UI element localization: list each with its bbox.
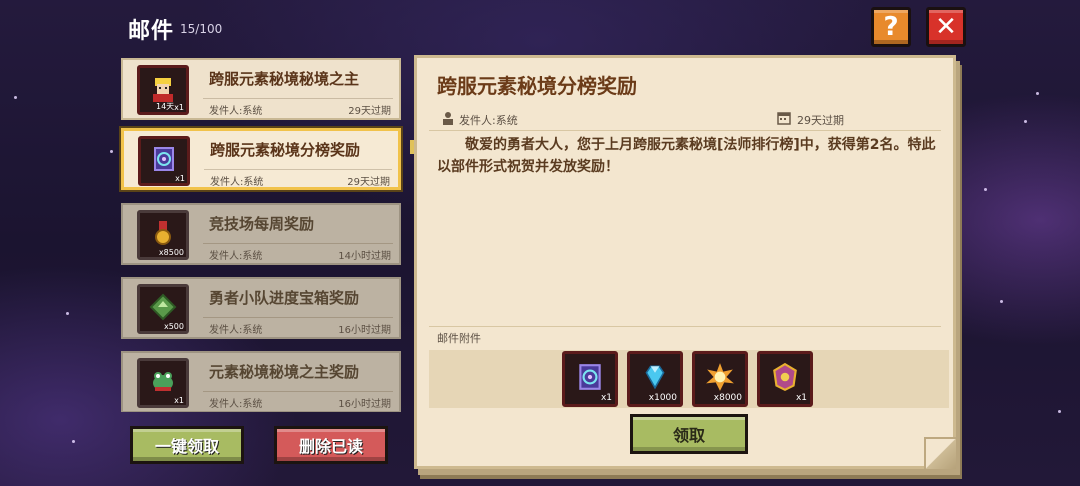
mail-item-quantity: x1 [174,103,184,112]
mail-item-subject: 跨服元素秘境秘境之主 [209,70,360,88]
mail-item-quantity: x500 [163,322,184,331]
background-star [1036,92,1039,95]
mail-item-subject: 跨服元素秘境分榜奖励 [210,141,361,159]
divider [203,391,393,392]
detail-body: 敬爱的勇者大人，您于上月跨服元素秘境[法师排行榜]中，获得第2名。特此以部件形式… [437,137,936,175]
emblem-icon [773,362,797,391]
mail-item-sender: 发件人:系统 [210,177,264,188]
divider [429,130,941,131]
claim-button[interactable]: 领取 [630,414,748,454]
mail-item-tag: 14天 [156,102,175,111]
background-star [72,440,75,443]
mail-thumbnail: 14天 x1 [137,65,189,115]
detail-subject: 跨服元素秘境分榜奖励 [437,74,637,98]
mail-item-quantity: x8500 [158,248,184,257]
mail-item[interactable]: 14天 x1 跨服元素秘境秘境之主 发件人:系统 29天过期 [121,58,401,120]
divider [203,317,393,318]
divider [204,169,392,170]
mail-item-expire: 29天过期 [347,177,390,188]
background-star [66,312,69,315]
mail-thumbnail: x8500 [137,210,189,260]
background-star [1058,410,1061,413]
attachments-label: 邮件附件 [437,332,481,345]
mail-item-sender: 发件人:系统 [209,399,263,410]
mail-list[interactable]: 14天 x1 跨服元素秘境秘境之主 发件人:系统 29天过期 x1 跨服元素秘境… [118,56,403,412]
mail-item-subject: 勇者小队进度宝箱奖励 [209,289,360,307]
medal-icon [155,220,171,245]
mail-item[interactable]: x8500 竞技场每周奖励 发件人:系统 14小时过期 [121,203,401,265]
mail-item-subject: 竞技场每周奖励 [209,215,315,233]
mail-item-sender: 发件人:系统 [209,251,263,262]
divider [203,98,393,99]
attachments-strip [429,350,949,408]
attachment-quantity: x8000 [713,393,742,403]
mail-thumbnail: x500 [137,284,189,334]
attachment-quantity: x1 [795,393,807,403]
attachment-item[interactable]: x1 [757,351,813,407]
background-star [110,150,113,153]
mail-thumbnail: x1 [137,358,189,408]
frog-pet-icon [153,371,173,391]
mail-item-subject: 元素秘境秘境之主奖励 [209,363,360,381]
detail-expire: 29天过期 [797,114,844,127]
attachment-item[interactable]: x8000 [692,351,748,407]
spell-card-icon [154,146,174,171]
help-button[interactable]: ? [871,7,911,47]
mail-item-selected[interactable]: x1 跨服元素秘境分榜奖励 发件人:系统 29天过期 [121,128,401,190]
mail-thumbnail: x1 [138,136,190,186]
attachment-item[interactable]: x1 [562,351,618,407]
mail-item[interactable]: x1 元素秘境秘境之主奖励 发件人:系统 16小时过期 [121,351,401,412]
background-star [14,96,17,99]
page-curl-decoration [924,437,956,469]
divider [203,243,393,244]
delete-read-button[interactable]: 删除已读 [274,426,388,464]
close-icon: ✕ [935,12,957,42]
mail-item-expire: 16小时过期 [338,325,391,336]
explosion-icon [706,362,734,391]
question-icon: ? [883,12,899,42]
diamond-icon [645,364,665,389]
close-button[interactable]: ✕ [926,7,966,47]
attachment-quantity: x1 [600,393,612,403]
mail-item-expire: 16小时过期 [338,399,391,410]
mail-count: 15/100 [180,22,223,36]
hero-portrait-icon [153,77,173,102]
attachment-quantity: x1000 [648,393,677,403]
background-star [1024,120,1027,123]
claim-all-button[interactable]: 一键领取 [130,426,244,464]
mail-item-expire: 14小时过期 [338,251,391,262]
mail-item-quantity: x1 [175,174,185,183]
mail-item-sender: 发件人:系统 [209,106,263,117]
detail-sender: 发件人:系统 [459,114,518,127]
page-title: 邮件 [128,19,175,44]
spell-card-icon [579,363,601,390]
mail-detail-panel: 跨服元素秘境分榜奖励 发件人:系统 29天过期 敬爱的勇者大人，您于上月跨服元素… [414,55,956,469]
mail-item-sender: 发件人:系统 [209,325,263,336]
mail-item-quantity: x1 [174,396,184,405]
mail-item-expire: 29天过期 [348,106,391,117]
green-badge-icon [149,293,177,321]
divider [429,326,941,327]
background-star [984,188,987,191]
attachment-item[interactable]: x1000 [627,351,683,407]
background-star [1000,300,1003,303]
mail-item[interactable]: x500 勇者小队进度宝箱奖励 发件人:系统 16小时过期 [121,277,401,339]
game-mail-screen: 邮件 15/100 ? ✕ 14天 x1 跨服元素秘境秘境之主 发件人:系统 2… [0,0,1080,486]
calendar-icon [777,112,791,125]
person-icon [443,112,453,125]
